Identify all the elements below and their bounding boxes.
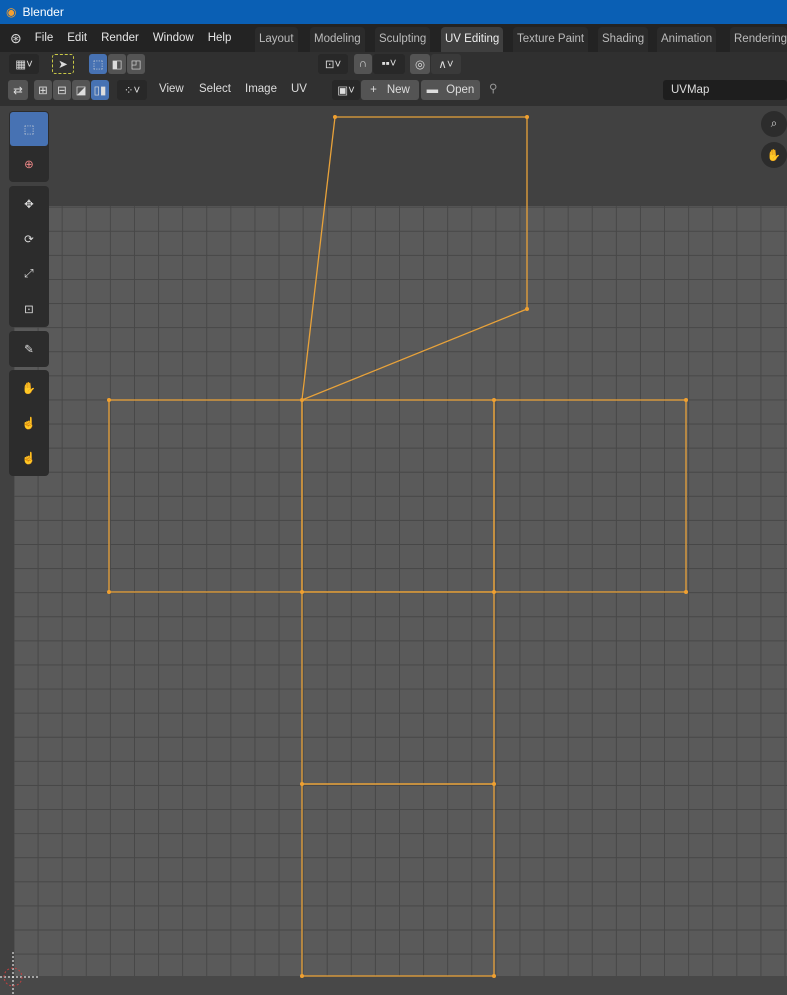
tool-pinch[interactable]: ☝	[10, 441, 48, 475]
toolbar-transform-group: ✥ ⟳ ⤢ ⊡	[9, 186, 49, 327]
magnifier-icon: ⌕	[770, 117, 778, 130]
uv-face-bottom	[301, 783, 495, 977]
toolbar-select-group: ⬚ ⊕	[9, 111, 49, 182]
uv-face-top	[301, 116, 528, 402]
tool-rotate[interactable]: ⟳	[10, 222, 48, 256]
hand-icon: ✋	[766, 150, 782, 162]
select-box-tool-icon: ⬚	[23, 124, 35, 136]
pinch-icon: ☝	[21, 453, 37, 465]
toolbar-grab-group: ✋ ☝ ☝	[9, 370, 49, 476]
uv-vertex[interactable]	[300, 590, 304, 594]
uv-vertex[interactable]	[107, 590, 111, 594]
tool-select-box[interactable]: ⬚	[10, 112, 48, 146]
tool-scale[interactable]: ⤢	[10, 257, 48, 291]
tool-annotate[interactable]: ✎	[10, 332, 48, 366]
pencil-icon: ✎	[24, 344, 34, 356]
cursor-tool-icon: ⊕	[24, 159, 34, 171]
hand-grab-icon: ✋	[21, 383, 37, 395]
uv-vertex[interactable]	[333, 115, 337, 119]
transform-icon: ⊡	[24, 304, 34, 316]
rotate-icon: ⟳	[24, 234, 34, 246]
tool-grab[interactable]: ✋	[10, 371, 48, 405]
tool-transform[interactable]: ⊡	[10, 292, 48, 326]
relax-icon: ☝	[21, 418, 37, 430]
uv-face-center	[301, 399, 495, 593]
zoom-view-button[interactable]: ⌕	[761, 111, 787, 137]
move-icon: ✥	[24, 199, 34, 211]
uv-vertex[interactable]	[492, 590, 496, 594]
tool-relax[interactable]: ☝	[10, 406, 48, 440]
uv-vertex[interactable]	[300, 782, 304, 786]
uv-vertex[interactable]	[300, 974, 304, 978]
uv-vertex[interactable]	[525, 115, 529, 119]
pan-view-button[interactable]: ✋	[761, 142, 787, 168]
toolbar-annotate-group: ✎	[9, 331, 49, 367]
uv-face-right	[493, 399, 687, 593]
uv-vertex[interactable]	[684, 398, 688, 402]
uv-vertex[interactable]	[492, 974, 496, 978]
scale-icon: ⤢	[24, 267, 34, 280]
uv-vertex[interactable]	[300, 398, 304, 402]
uv-vertex[interactable]	[525, 307, 529, 311]
uv-vertex[interactable]	[492, 782, 496, 786]
uv-vertex[interactable]	[107, 398, 111, 402]
tool-cursor[interactable]: ⊕	[10, 147, 48, 181]
uv-mesh	[0, 115, 688, 995]
2d-cursor-icon[interactable]	[0, 952, 38, 995]
uv-face-lower	[301, 591, 495, 785]
uv-vertex[interactable]	[684, 590, 688, 594]
uv-vertex[interactable]	[492, 398, 496, 402]
tool-move[interactable]: ✥	[10, 187, 48, 221]
uv-face-left	[108, 399, 303, 593]
